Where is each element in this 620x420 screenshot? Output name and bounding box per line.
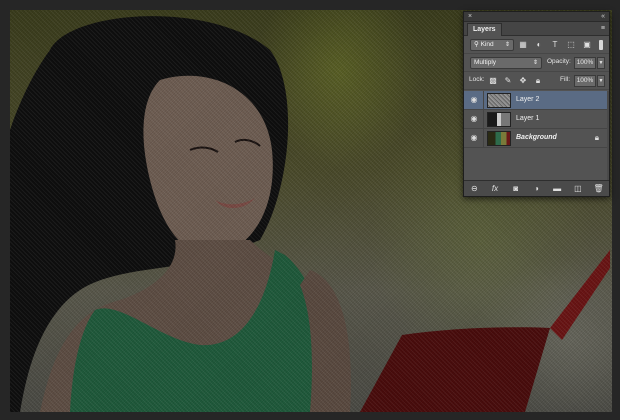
layers-list: ◉ Layer 2 ◉ Layer 1 ◉ Background 🔒︎ xyxy=(464,91,609,181)
lock-label: Lock: xyxy=(469,76,485,83)
opacity-input[interactable]: 100% xyxy=(574,57,596,69)
link-icon[interactable]: ⊖ xyxy=(468,183,480,195)
layer-row-layer-1[interactable]: ◉ Layer 1 xyxy=(464,110,609,129)
lock-image-icon[interactable]: ✎ xyxy=(503,75,513,86)
divider xyxy=(483,91,484,110)
smart-object-icon[interactable]: ▣ xyxy=(582,39,592,50)
layer-row-background[interactable]: ◉ Background 🔒︎ xyxy=(464,129,609,148)
search-icon: ⚲ xyxy=(474,41,481,48)
visibility-eye-icon[interactable]: ◉ xyxy=(469,133,479,143)
shape-icon[interactable]: ⬚ xyxy=(566,39,576,50)
filter-kind-label: Kind xyxy=(480,41,494,48)
new-layer-icon[interactable]: ◫ xyxy=(572,183,584,195)
layer-thumbnail xyxy=(487,93,511,108)
opacity-label: Opacity: xyxy=(547,58,571,65)
lock-row: Lock: ▩ ✎ ✥ 🔒︎ Fill: 100% ▼ xyxy=(464,72,609,90)
layers-panel[interactable]: × « Layers ≡ ⚲ Kind ⇕ ▦ ◐ T ⬚ ▣ Multiply… xyxy=(463,11,610,197)
lock-icon: 🔒︎ xyxy=(594,133,599,142)
visibility-eye-icon[interactable]: ◉ xyxy=(469,114,479,124)
layers-scrollbar[interactable] xyxy=(607,91,609,181)
collapse-icon[interactable]: « xyxy=(601,12,605,22)
fill-input[interactable]: 100% xyxy=(574,75,596,87)
close-icon[interactable]: × xyxy=(468,12,472,22)
chevron-down-icon: ⇕ xyxy=(504,42,510,48)
mask-icon[interactable]: ◙ xyxy=(510,183,522,195)
layer-thumbnail xyxy=(487,131,511,146)
image-icon[interactable]: ▦ xyxy=(518,39,528,50)
fill-label: Fill: xyxy=(560,76,571,83)
filter-kind-select[interactable]: ⚲ Kind ⇕ xyxy=(470,39,514,51)
filter-row: ⚲ Kind ⇕ ▦ ◐ T ⬚ ▣ xyxy=(464,36,609,54)
chevron-down-icon: ⇕ xyxy=(532,60,538,66)
layer-row-layer-2[interactable]: ◉ Layer 2 xyxy=(464,91,609,110)
fill-slider-button[interactable]: ▼ xyxy=(597,75,605,87)
filter-toggle-switch[interactable] xyxy=(599,40,603,50)
divider xyxy=(483,110,484,129)
opacity-slider-button[interactable]: ▼ xyxy=(597,57,605,69)
lock-all-icon[interactable]: 🔒︎ xyxy=(533,75,543,86)
blend-row: Multiply ⇕ Opacity: 100% ▼ xyxy=(464,54,609,72)
layer-thumbnail xyxy=(487,112,511,127)
trash-icon[interactable]: 🗑︎ xyxy=(593,183,605,195)
visibility-eye-icon[interactable]: ◉ xyxy=(469,95,479,105)
divider xyxy=(483,129,484,148)
lock-transparent-icon[interactable]: ▩ xyxy=(488,75,498,86)
layer-name[interactable]: Background xyxy=(516,134,557,141)
panel-footer: ⊖ fx ◙ ◑ ▬ ◫ 🗑︎ xyxy=(464,180,609,196)
group-folder-icon[interactable]: ▬ xyxy=(551,183,563,195)
panel-menu-icon[interactable]: ≡ xyxy=(601,22,605,36)
layer-name[interactable]: Layer 2 xyxy=(516,96,539,103)
blend-mode-value: Multiply xyxy=(474,59,497,66)
tab-layers[interactable]: Layers xyxy=(467,23,502,36)
adjustment-icon[interactable]: ◐ xyxy=(534,39,544,50)
panel-titlebar[interactable]: × « xyxy=(464,12,609,22)
type-icon[interactable]: T xyxy=(550,39,560,50)
layer-name[interactable]: Layer 1 xyxy=(516,115,539,122)
panel-tabbar: Layers ≡ xyxy=(464,22,609,36)
fx-icon[interactable]: fx xyxy=(489,183,501,195)
lock-position-icon[interactable]: ✥ xyxy=(518,75,528,86)
adjustment-layer-icon[interactable]: ◑ xyxy=(530,183,542,195)
blend-mode-select[interactable]: Multiply ⇕ xyxy=(470,57,542,69)
